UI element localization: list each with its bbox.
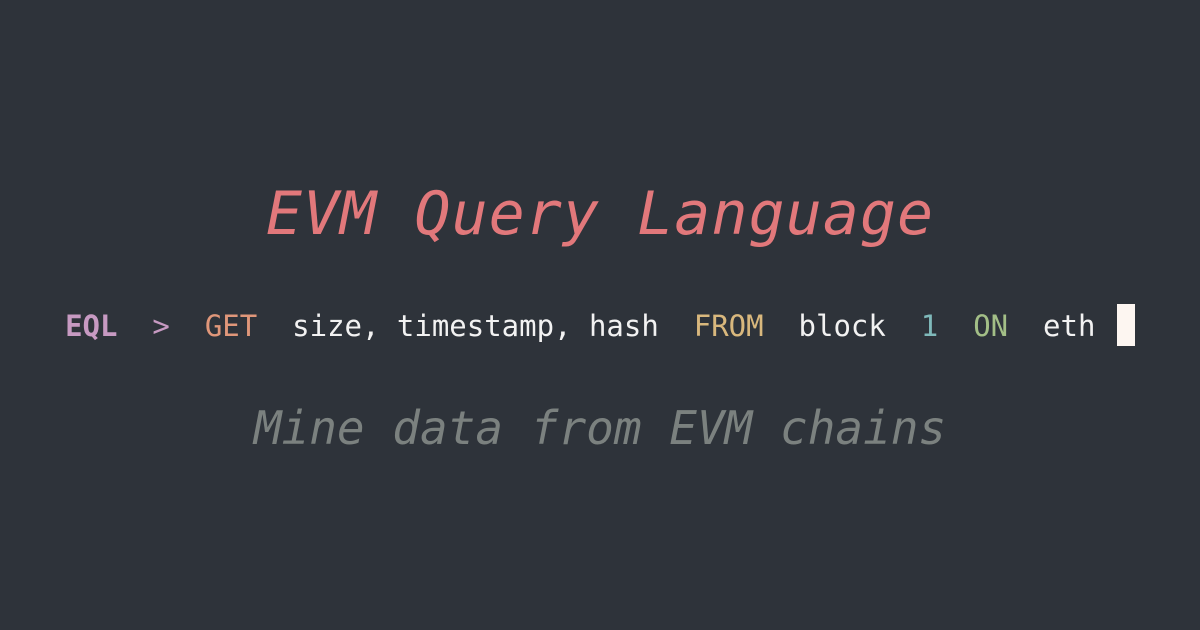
tagline: Mine data from EVM chains xyxy=(253,401,947,455)
keyword-get: GET xyxy=(204,309,258,343)
query-id: 1 xyxy=(920,309,939,343)
title: EVM Query Language xyxy=(265,179,935,249)
text-cursor xyxy=(1116,304,1135,346)
query-chain: eth xyxy=(1043,309,1096,343)
query-entity: block xyxy=(798,309,886,343)
query-fields: size, timestamp, hash xyxy=(292,309,659,343)
prompt-symbol: > xyxy=(152,309,170,343)
prompt-label: EQL xyxy=(65,309,118,343)
command-line: EQL > GET size, timestamp, hash FROM blo… xyxy=(0,301,1200,347)
keyword-from: FROM xyxy=(693,309,764,343)
keyword-on: ON xyxy=(973,309,1009,343)
